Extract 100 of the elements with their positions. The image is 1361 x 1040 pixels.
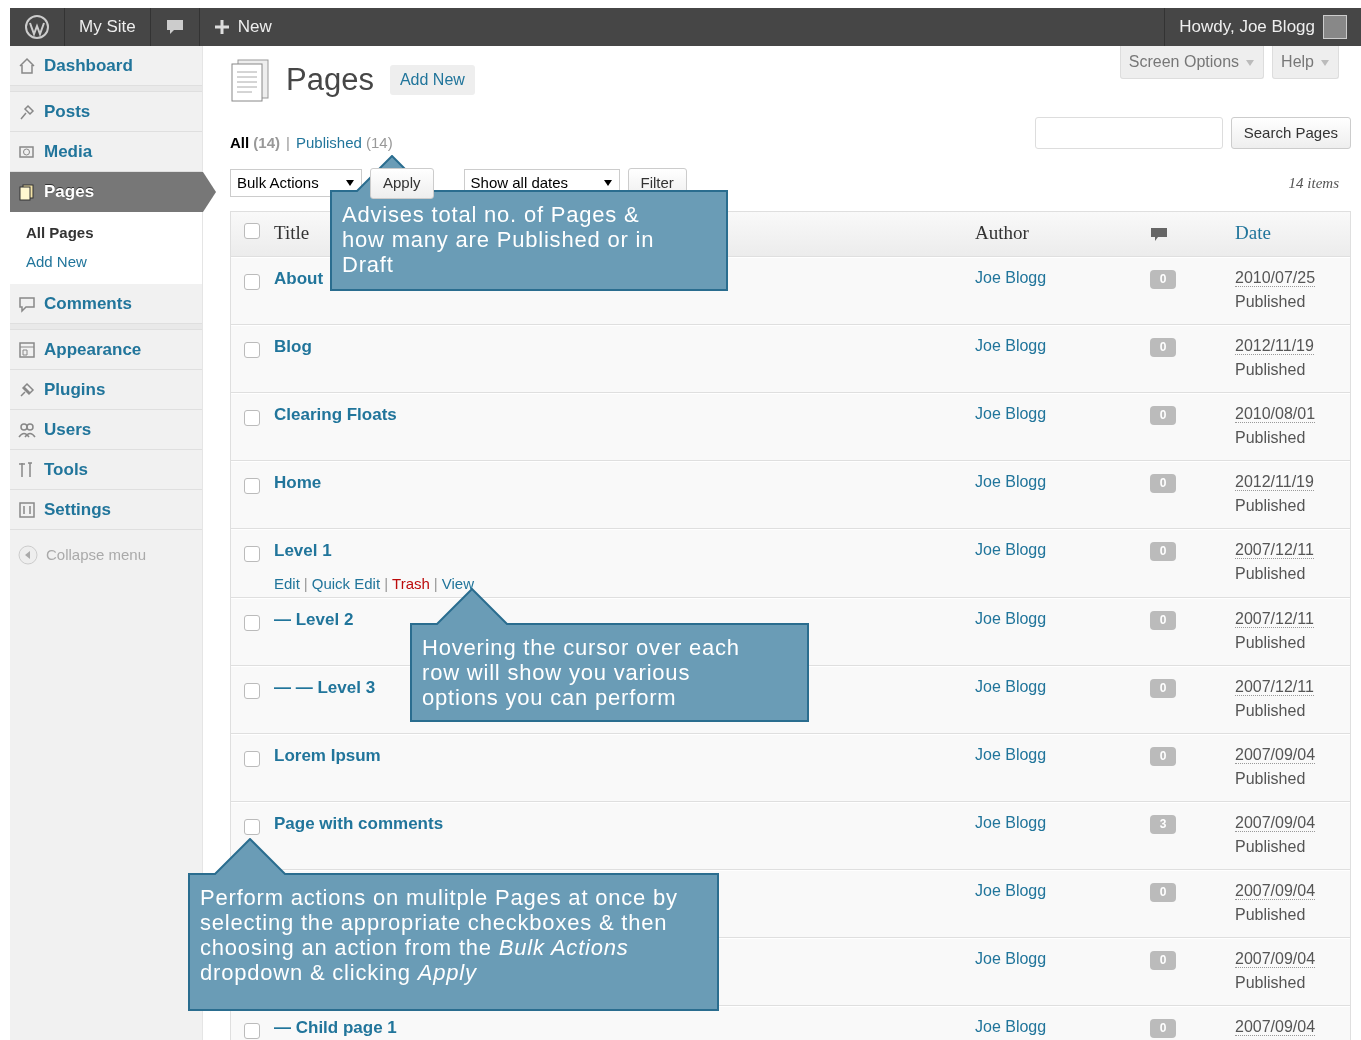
sliders-icon bbox=[18, 500, 36, 519]
checkbox[interactable] bbox=[244, 818, 260, 835]
author-link[interactable]: Joe Blogg bbox=[975, 268, 1047, 286]
author-link[interactable]: Joe Blogg bbox=[975, 677, 1047, 695]
author-link[interactable]: Joe Blogg bbox=[975, 1017, 1047, 1035]
checkbox[interactable] bbox=[244, 223, 260, 240]
date-text: 2007/12/11 bbox=[1235, 677, 1314, 696]
date-text: 2010/07/25 bbox=[1235, 268, 1316, 287]
pages-icon bbox=[18, 183, 36, 201]
status-text: Published bbox=[1235, 837, 1306, 855]
page-title-link[interactable]: Blog bbox=[274, 336, 312, 356]
author-link[interactable]: Joe Blogg bbox=[975, 881, 1047, 899]
status-text: Published bbox=[1235, 564, 1306, 582]
search-field[interactable] bbox=[1034, 116, 1223, 149]
status-text: Published bbox=[1235, 292, 1306, 310]
column-header[interactable]: Title bbox=[274, 222, 310, 244]
sidebar-item[interactable]: Posts bbox=[10, 92, 202, 132]
comment-icon bbox=[1150, 226, 1168, 243]
sidebar-item[interactable]: Plugins bbox=[10, 370, 202, 410]
add-new-button[interactable]: Add New bbox=[389, 65, 475, 96]
checkbox[interactable] bbox=[244, 273, 260, 290]
separator: | bbox=[384, 575, 389, 592]
author-link[interactable]: Joe Blogg bbox=[975, 745, 1047, 763]
pushpin-icon bbox=[18, 102, 36, 121]
hint-tooltip: Hovering the cursor over each row will show you various options you can perform bbox=[410, 588, 809, 722]
checkbox[interactable] bbox=[244, 1022, 260, 1039]
date-text: 2007/09/04 bbox=[1235, 949, 1316, 968]
comment-icon[interactable] bbox=[164, 18, 185, 36]
date-text: 2007/12/11 bbox=[1235, 609, 1314, 628]
date-text: 2007/09/04 bbox=[1235, 745, 1316, 764]
date-text: 2007/12/11 bbox=[1235, 540, 1314, 559]
status-text: Published bbox=[1235, 905, 1306, 923]
checkbox[interactable] bbox=[244, 545, 260, 562]
checkbox[interactable] bbox=[244, 750, 260, 767]
status-text: Published bbox=[1235, 428, 1306, 446]
sidebar-item[interactable]: Settings bbox=[10, 490, 202, 530]
status-text: Published bbox=[1235, 769, 1306, 787]
checkbox[interactable] bbox=[244, 682, 260, 699]
author-link[interactable]: Joe Blogg bbox=[975, 949, 1047, 967]
new-link[interactable]: New bbox=[237, 14, 272, 40]
row-action-link[interactable]: Edit bbox=[274, 575, 300, 592]
separator: | bbox=[286, 133, 290, 151]
caret-icon bbox=[345, 179, 355, 188]
page-title-link[interactable]: About bbox=[274, 268, 324, 288]
plus-icon[interactable] bbox=[213, 19, 230, 35]
checkbox[interactable] bbox=[244, 614, 260, 631]
column-header: Author bbox=[975, 222, 1029, 244]
page-title-link[interactable]: Lorem Ipsum bbox=[274, 745, 381, 765]
date-text: 2007/09/04 bbox=[1235, 1017, 1316, 1036]
item-count: 14 items bbox=[1288, 174, 1339, 193]
page-title-link[interactable]: — Child page 1 bbox=[274, 1017, 397, 1037]
sidebar-item[interactable]: Tools bbox=[10, 450, 202, 490]
search-pages-button[interactable]: Search Pages bbox=[1230, 116, 1351, 149]
filter-link[interactable]: All (14) bbox=[230, 133, 281, 151]
screen-options-button[interactable]: Screen Options bbox=[1119, 46, 1265, 79]
status-text: Published bbox=[1235, 496, 1306, 514]
page-title-link[interactable]: Home bbox=[274, 472, 322, 492]
column-header[interactable]: Date bbox=[1235, 222, 1271, 244]
page-title-link[interactable]: Page with comments bbox=[274, 813, 444, 833]
dropdown[interactable]: Bulk Actions bbox=[230, 169, 362, 198]
page-title-link[interactable]: — — Level 3 bbox=[274, 677, 376, 697]
author-link[interactable]: Joe Blogg bbox=[975, 609, 1047, 627]
page-title-link[interactable]: — Level 2 bbox=[274, 609, 354, 629]
checkbox[interactable] bbox=[244, 341, 260, 358]
help-button[interactable]: Help bbox=[1272, 46, 1339, 79]
author-link[interactable]: Joe Blogg bbox=[975, 540, 1047, 558]
sidebar-item[interactable]: Appearance bbox=[10, 330, 202, 370]
wordpress-logo-icon[interactable] bbox=[24, 14, 50, 40]
submenu-item[interactable]: Add New bbox=[26, 247, 202, 276]
plug-icon bbox=[18, 380, 36, 399]
date-text: 2007/09/04 bbox=[1235, 881, 1316, 900]
sidebar-item[interactable]: Users bbox=[10, 410, 202, 450]
dropdown-arrow-icon bbox=[1320, 58, 1330, 67]
checkbox[interactable] bbox=[244, 477, 260, 494]
house-icon bbox=[18, 56, 36, 75]
checkbox[interactable] bbox=[244, 409, 260, 426]
date-text: 2012/11/19 bbox=[1235, 336, 1314, 355]
collapse-icon[interactable] bbox=[18, 545, 38, 566]
avatar-placeholder bbox=[1323, 15, 1347, 39]
submenu-item[interactable]: All Pages bbox=[26, 218, 202, 247]
date-text: 2012/11/19 bbox=[1235, 472, 1314, 491]
author-link[interactable]: Joe Blogg bbox=[975, 472, 1047, 490]
author-link[interactable]: Joe Blogg bbox=[975, 404, 1047, 422]
apply-button[interactable]: Apply bbox=[370, 168, 434, 199]
filter-link[interactable]: Published (14) bbox=[295, 133, 393, 151]
status-text: Published bbox=[1235, 973, 1306, 991]
site-name-link[interactable]: My Site bbox=[79, 14, 136, 40]
author-link[interactable]: Joe Blogg bbox=[975, 813, 1047, 831]
page-title-link[interactable]: Clearing Floats bbox=[274, 404, 397, 424]
window-icon bbox=[18, 340, 36, 359]
page-title-link[interactable]: Level 1 bbox=[274, 540, 332, 560]
speech-bubble-icon bbox=[18, 294, 36, 313]
date-text: 2010/08/01 bbox=[1235, 404, 1316, 423]
row-action-link[interactable]: Quick Edit bbox=[311, 575, 381, 592]
page-title: Pages bbox=[286, 61, 374, 99]
greeting-link[interactable]: Howdy, Joe Blogg bbox=[1179, 14, 1315, 40]
author-link[interactable]: Joe Blogg bbox=[975, 336, 1047, 354]
people-icon bbox=[18, 420, 36, 439]
sidebar-item[interactable]: Pages bbox=[10, 172, 216, 212]
status-text: Published bbox=[1235, 360, 1306, 378]
